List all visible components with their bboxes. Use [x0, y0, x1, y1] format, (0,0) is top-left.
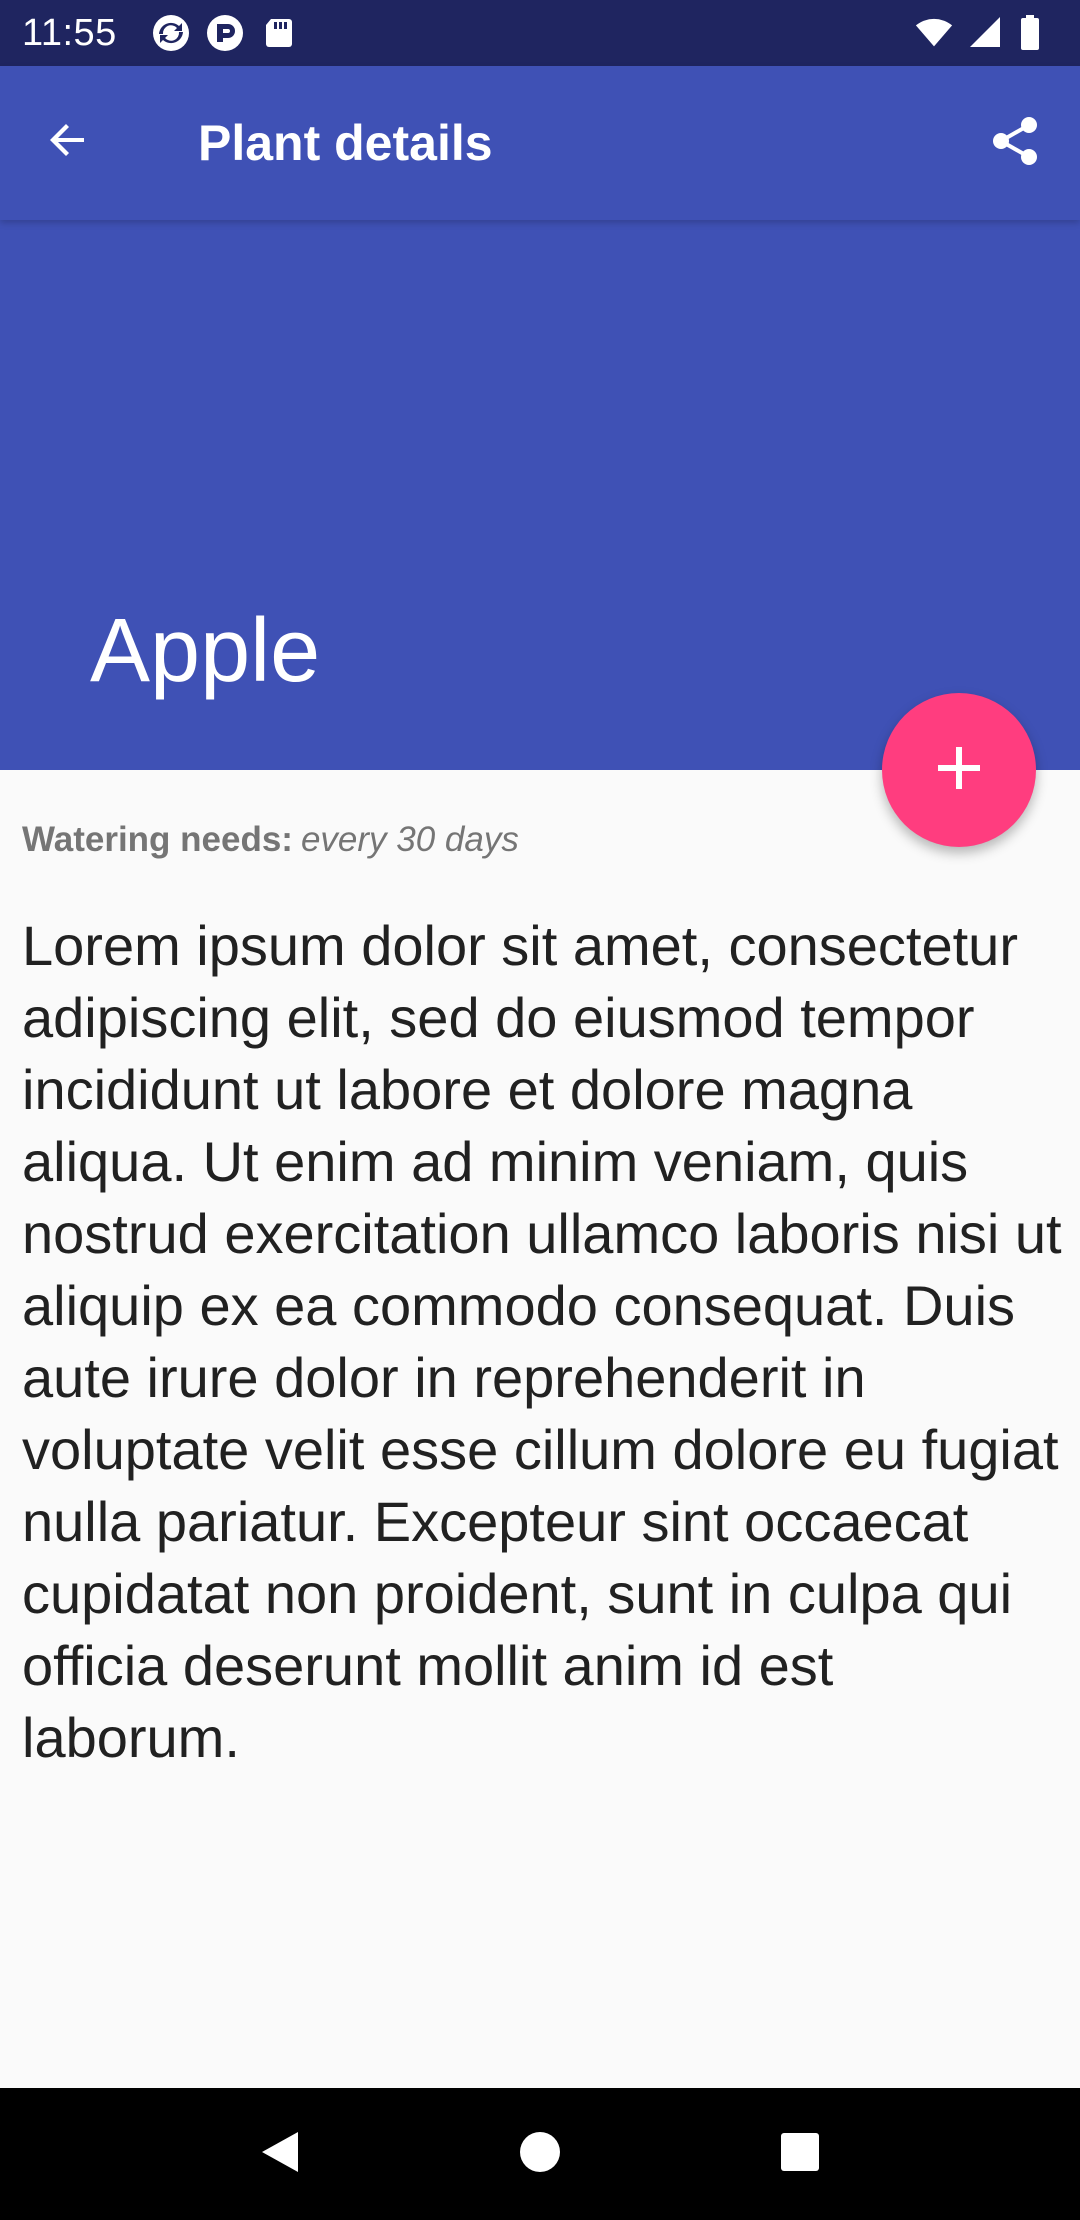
- navigation-bar: [0, 2088, 1080, 2220]
- pocket-icon: [205, 13, 245, 53]
- sync-icon: [151, 13, 191, 53]
- home-circle-icon: [518, 2130, 562, 2179]
- sd-card-icon: [259, 13, 299, 53]
- battery-icon: [1018, 13, 1058, 53]
- nav-home-button[interactable]: [495, 2109, 585, 2199]
- plus-icon: [936, 745, 982, 796]
- page-title: Plant details: [198, 115, 493, 171]
- add-plant-button[interactable]: [882, 693, 1036, 847]
- signal-icon: [966, 13, 1006, 53]
- back-button[interactable]: [36, 110, 100, 174]
- arrow-back-icon: [44, 116, 92, 169]
- plant-header: Apple: [0, 220, 1080, 770]
- watering-label: Watering needs:: [22, 820, 293, 859]
- watering-value: every 30 days: [300, 820, 519, 859]
- status-time: 11:55: [22, 11, 117, 54]
- back-triangle-icon: [256, 2128, 304, 2181]
- share-icon: [987, 113, 1043, 174]
- status-bar: 11:55: [0, 0, 1080, 66]
- share-button[interactable]: [980, 108, 1050, 178]
- app-bar: Plant details: [0, 66, 1080, 220]
- plant-description: Lorem ipsum dolor sit amet, consectetur …: [22, 914, 1062, 1769]
- nav-recents-button[interactable]: [755, 2109, 845, 2199]
- status-right: [914, 13, 1058, 53]
- plant-details-content: Watering needs: every 30 days Lorem ipsum…: [22, 810, 1062, 1774]
- wifi-icon: [914, 13, 954, 53]
- screen: 11:55 Plant details Apple Watering needs…: [0, 0, 1080, 2220]
- recents-square-icon: [779, 2131, 821, 2178]
- nav-back-button[interactable]: [235, 2109, 325, 2199]
- plant-name: Apple: [90, 601, 321, 701]
- status-left: 11:55: [22, 12, 299, 55]
